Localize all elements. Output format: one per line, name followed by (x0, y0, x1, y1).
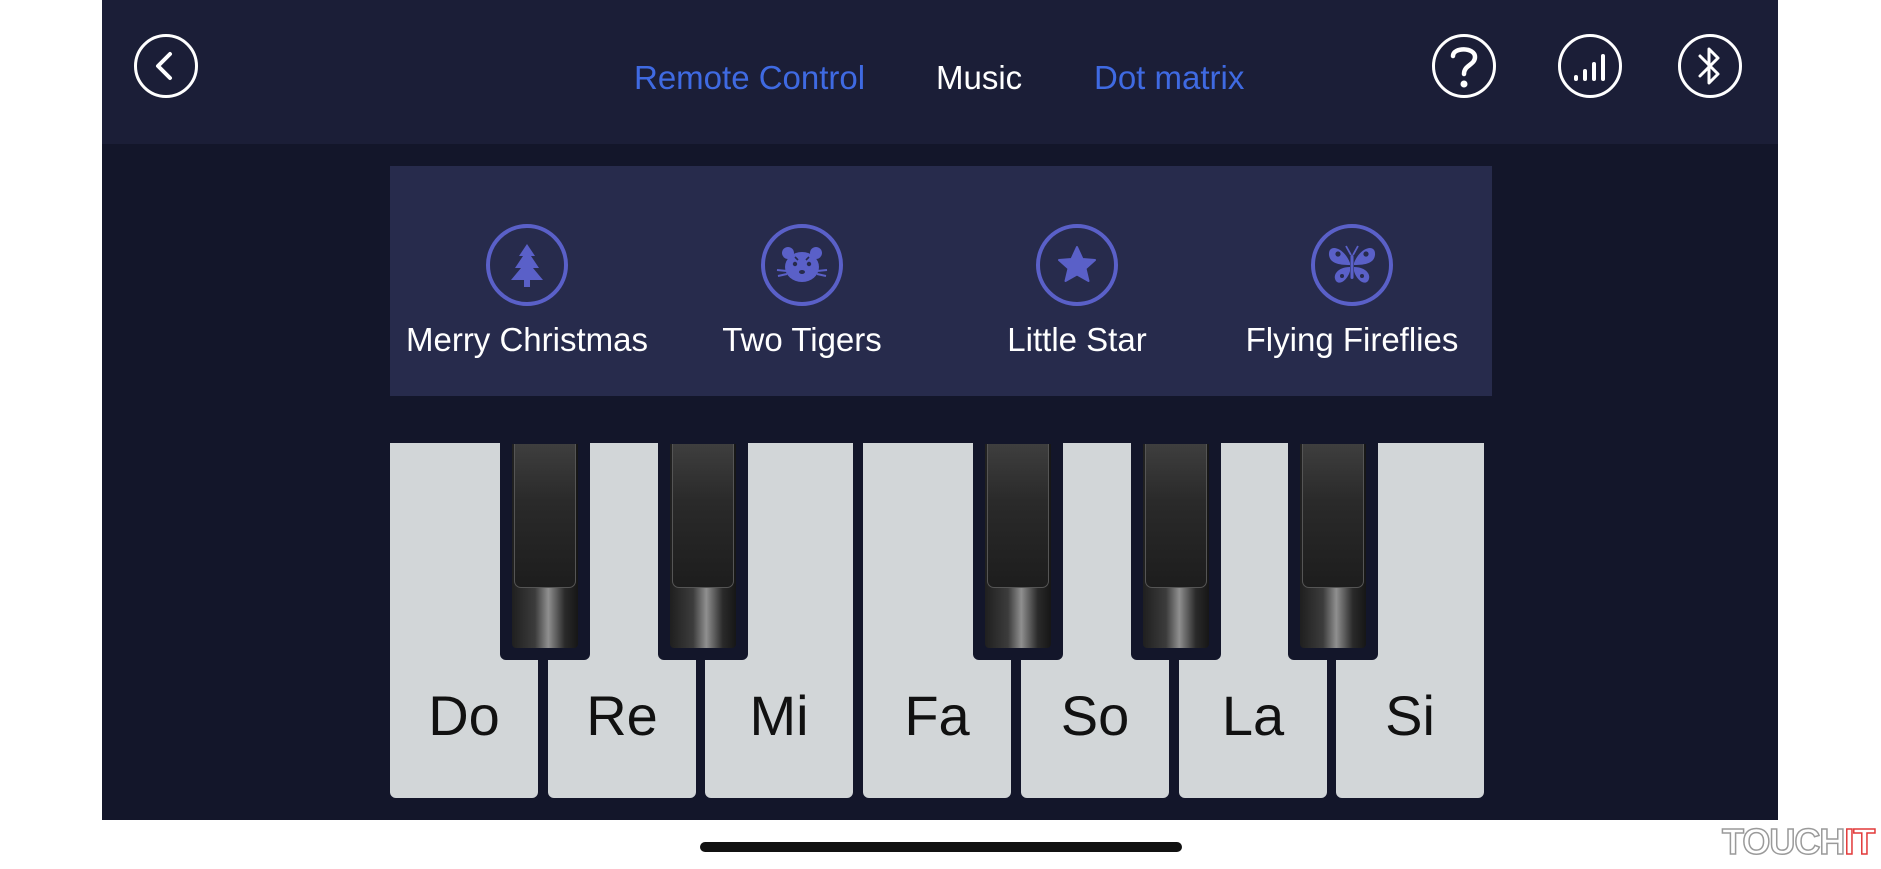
song-little-star[interactable]: Little Star (942, 166, 1212, 396)
key-label: Do (428, 684, 500, 747)
tab-remote-control[interactable]: Remote Control (634, 58, 865, 98)
piano-black-key[interactable] (973, 443, 1063, 660)
tiger-icon (761, 224, 843, 306)
bluetooth-button[interactable] (1678, 34, 1742, 98)
help-button[interactable] (1432, 34, 1496, 98)
key-label: Re (586, 684, 658, 747)
piano-black-key[interactable] (658, 443, 748, 660)
song-two-tigers[interactable]: Two Tigers (667, 166, 937, 396)
butterfly-icon (1311, 224, 1393, 306)
song-label: Merry Christmas (405, 321, 648, 358)
song-label: Two Tigers (722, 321, 882, 358)
song-flying-fireflies[interactable]: Flying Fireflies (1217, 166, 1487, 396)
tab-music[interactable]: Music (936, 58, 1022, 98)
chevron-left-icon (156, 52, 172, 80)
star-icon (1036, 224, 1118, 306)
piano-black-key[interactable] (1288, 443, 1378, 660)
top-bar: Remote Control Music Dot matrix (102, 0, 1778, 144)
key-label: Fa (904, 684, 970, 747)
key-label: Si (1385, 684, 1435, 747)
song-label: Little Star (1007, 321, 1147, 358)
key-label: La (1221, 684, 1285, 747)
song-label: Flying Fireflies (1245, 321, 1459, 358)
song-merry-christmas[interactable]: Merry Christmas (392, 166, 662, 396)
signal-bars-icon (1574, 54, 1605, 81)
signal-button[interactable] (1558, 34, 1622, 98)
bluetooth-icon (1698, 47, 1720, 85)
piano-black-key[interactable] (500, 443, 590, 660)
piano-black-key[interactable] (1131, 443, 1221, 660)
christmas-tree-icon (486, 224, 568, 306)
song-selector-panel: Merry Christmas Two Tigers Little Star F… (390, 166, 1492, 396)
key-label: So (1060, 684, 1130, 747)
watermark-logo: TOUCHIT (1721, 820, 1876, 863)
key-label: Mi (749, 684, 809, 747)
tab-dot-matrix[interactable]: Dot matrix (1094, 58, 1244, 98)
piano-keyboard: Do Re Mi Fa So La Si (390, 443, 1486, 799)
home-indicator (700, 842, 1182, 852)
app-screen: Remote Control Music Dot matrix Merry Ch… (102, 0, 1778, 820)
question-mark-icon (1450, 47, 1478, 88)
back-button[interactable] (134, 34, 198, 98)
